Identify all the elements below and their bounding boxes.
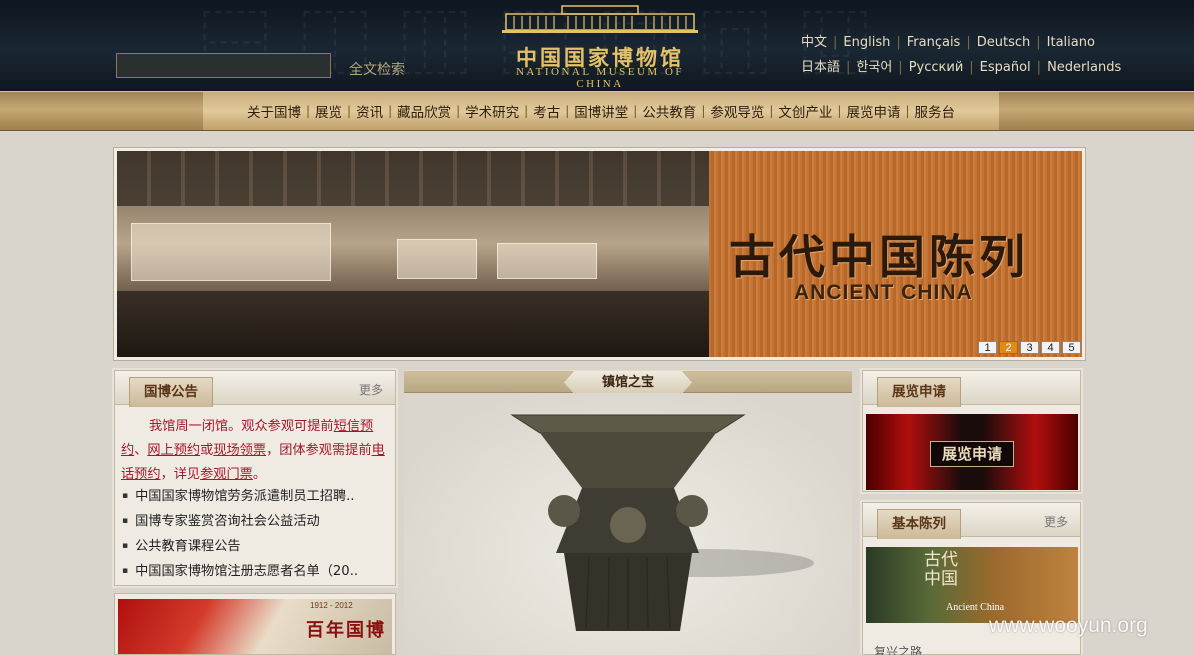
nav-service-desk[interactable]: 服务台: [910, 101, 961, 121]
watermark: www.wooyun.org: [989, 614, 1148, 637]
treasure-title: 镇馆之宝: [564, 371, 692, 394]
treasure-showcase[interactable]: [404, 393, 852, 655]
museum-logo[interactable]: 中国国家博物馆 NATIONAL MUSEUM OF CHINA: [502, 4, 698, 90]
lang-spanish[interactable]: Español: [980, 60, 1031, 75]
lang-korean[interactable]: 한국어: [856, 60, 892, 75]
divider: |: [966, 35, 971, 50]
language-switcher-row2: 日本語 | 한국어 | Русский | Español | Nederlands: [801, 56, 1121, 75]
divider: |: [969, 60, 974, 75]
notice-list: 中国国家博物馆劳务派遣制员工招聘.. 国博专家鉴赏咨询社会公益活动 公共教育课程…: [122, 484, 392, 584]
banner-pager: 1 2 3 4 5: [978, 341, 1081, 354]
divider: |: [846, 60, 851, 75]
notice-text-part: ，团体参观需提前: [266, 443, 372, 458]
apply-banner[interactable]: 展览申请: [866, 414, 1078, 490]
nav-exhibitions[interactable]: 展览: [310, 101, 347, 121]
treasure-header: 镇馆之宝: [404, 370, 852, 394]
nav-archaeology[interactable]: 考古: [528, 101, 565, 121]
exhibit-image-cn: 古代中国: [924, 550, 958, 589]
search-button[interactable]: 全文检索: [349, 59, 405, 79]
hero-banner[interactable]: 古代中国陈列 ANCIENT CHINA 1 2 3 4 5: [114, 148, 1085, 360]
exhibition-application-panel: 展览申请 展览申请: [862, 370, 1081, 492]
language-switcher-row1: 中文 | English | Français | Deutsch | Italiano: [801, 31, 1095, 50]
lang-german[interactable]: Deutsch: [977, 35, 1031, 50]
exhibit-image-en: Ancient China: [946, 602, 1005, 613]
gallery-ceiling: [117, 151, 709, 206]
centennial-image[interactable]: 1912 - 2012 百年国博: [118, 599, 392, 654]
lang-french[interactable]: Français: [907, 35, 961, 50]
nav-lectures[interactable]: 国博讲堂: [569, 101, 633, 121]
lang-dutch[interactable]: Nederlands: [1047, 60, 1121, 75]
pager-dot-5[interactable]: 5: [1062, 341, 1081, 354]
lang-russian[interactable]: Русский: [909, 60, 964, 75]
centennial-title: 百年国博: [306, 620, 386, 641]
tickets-link[interactable]: 参观门票: [200, 467, 253, 482]
gallery-photo: [117, 151, 709, 357]
centennial-promo: 1912 - 2012 百年国博: [114, 593, 396, 655]
notice-text-part: 或: [200, 443, 214, 458]
banner-subtitle: ANCIENT CHINA: [794, 281, 973, 304]
lang-italian[interactable]: Italiano: [1047, 35, 1095, 50]
pager-dot-2[interactable]: 2: [999, 341, 1018, 354]
divider: |: [1036, 35, 1041, 50]
pager-dot-1[interactable]: 1: [978, 341, 997, 354]
exhibits-more-link[interactable]: 更多: [1044, 513, 1068, 530]
nav-exhibition-application[interactable]: 展览申请: [841, 101, 905, 121]
divider: |: [1036, 60, 1042, 75]
pager-dot-4[interactable]: 4: [1041, 341, 1060, 354]
display-case: [131, 223, 331, 281]
lang-chinese[interactable]: 中文: [801, 35, 827, 50]
gallery-floor: [117, 291, 709, 357]
notice-text-part: 。: [252, 467, 267, 482]
nav-education[interactable]: 公共教育: [637, 101, 701, 121]
divider: |: [898, 60, 903, 75]
nav-menu: 关于国博 | 展览 | 资讯 | 藏品欣赏 | 学术研究 | 考古 | 国博讲堂 | 公共教育…: [203, 92, 999, 130]
notice-panel-title: 国博公告: [129, 377, 213, 407]
nav-about[interactable]: 关于国博: [242, 101, 306, 121]
exhibits-panel-title: 基本陈列: [877, 509, 961, 539]
display-case: [497, 243, 597, 279]
lang-english[interactable]: English: [843, 35, 890, 50]
onsite-ticket-link[interactable]: 现场领票: [213, 443, 266, 458]
ancient-china-exhibit-image[interactable]: 古代中国 Ancient China: [866, 547, 1078, 623]
bronze-zun-vessel-icon: [510, 414, 814, 631]
nav-collections[interactable]: 藏品欣赏: [392, 101, 456, 121]
notice-text-part: ，详见: [160, 467, 201, 482]
nav-visit-guide[interactable]: 参观导览: [705, 101, 769, 121]
list-item[interactable]: 公共教育课程公告: [122, 534, 392, 559]
online-booking-link[interactable]: 网上预约: [147, 443, 200, 458]
notice-text: 我馆周一闭馆。观众参观可提前短信预约、网上预约或现场领票，团体参观需提前电话预约…: [121, 415, 389, 487]
pager-dot-3[interactable]: 3: [1020, 341, 1039, 354]
list-item[interactable]: 国博专家鉴赏咨询社会公益活动: [122, 509, 392, 534]
nav-news[interactable]: 资讯: [351, 101, 388, 121]
nav-research[interactable]: 学术研究: [460, 101, 524, 121]
exhibit-caption[interactable]: 复兴之路: [874, 643, 922, 655]
divider: |: [896, 35, 901, 50]
notice-text-part: 、: [134, 443, 148, 458]
banner-title: 古代中国陈列: [729, 230, 1029, 284]
notice-more-link[interactable]: 更多: [359, 381, 383, 398]
apply-banner-label: 展览申请: [930, 441, 1014, 467]
display-case: [397, 239, 477, 279]
logo-english-name: NATIONAL MUSEUM OF CHINA: [515, 66, 685, 90]
main-navigation: 关于国博 | 展览 | 资讯 | 藏品欣赏 | 学术研究 | 考古 | 国博讲堂 | 公共教育…: [0, 91, 1194, 131]
site-header: ⿱⿰⿲⿳⿴⿵⿶ 全文检索 中国国家博物馆 NATIONAL MUSEUM OF …: [0, 0, 1194, 91]
list-item[interactable]: 中国国家博物馆劳务派遣制员工招聘..: [122, 484, 392, 509]
search-input[interactable]: [116, 53, 331, 78]
museum-building-icon: [502, 5, 698, 33]
centennial-years: 1912 - 2012: [310, 601, 353, 610]
nav-creative-industry[interactable]: 文创产业: [773, 101, 837, 121]
apply-panel-title: 展览申请: [877, 377, 961, 407]
lang-japanese[interactable]: 日本語: [801, 60, 840, 75]
notice-text-part: 我馆周一闭馆。观众参观可提前: [149, 419, 334, 434]
list-item[interactable]: 中国国家博物馆注册志愿者名单（20..: [122, 559, 392, 584]
divider: |: [833, 35, 838, 50]
